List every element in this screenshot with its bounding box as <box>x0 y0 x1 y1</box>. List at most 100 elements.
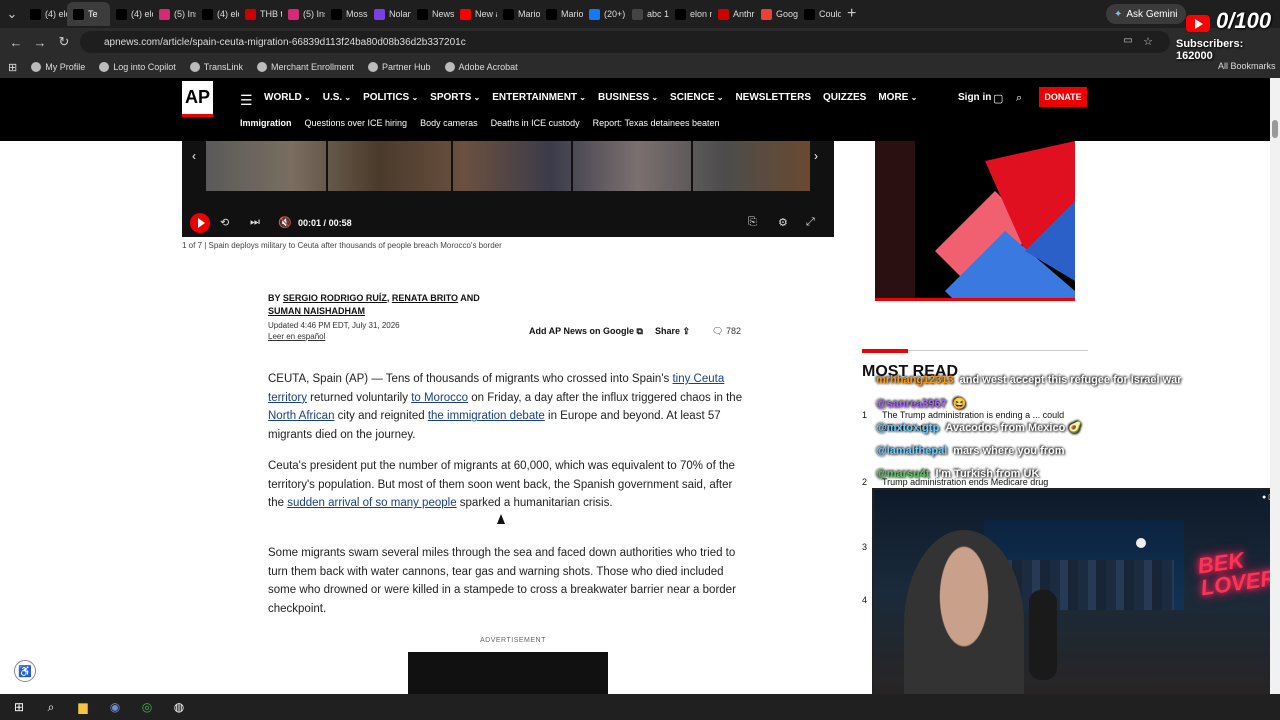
ask-gemini-button[interactable]: ✦ Ask Gemini <box>1106 4 1186 24</box>
bookmark-item[interactable]: Log into Copilot <box>99 62 176 72</box>
bookmark-item[interactable]: Partner Hub <box>368 62 431 72</box>
most-read-number: 2 <box>862 477 868 487</box>
article-link[interactable]: to Morocco <box>411 392 468 404</box>
nav-item[interactable]: WORLD ⌄ <box>264 92 311 103</box>
discord-icon[interactable]: ◉ <box>106 698 124 716</box>
nav-item[interactable]: SCIENCE ⌄ <box>670 92 723 103</box>
mouse-cursor <box>497 514 505 524</box>
bookmark-item[interactable]: Merchant Enrollment <box>256 62 354 72</box>
browser-tab[interactable]: Anthr <box>712 2 755 26</box>
nav-item[interactable]: SPORTS ⌄ <box>430 92 480 103</box>
url-input[interactable]: apnews.com/article/spain-ceuta-migration… <box>80 31 1170 53</box>
new-tab-button[interactable]: + <box>847 5 856 23</box>
ap-logo[interactable]: AP <box>182 81 213 117</box>
chat-message: @lamalthepal mars where you from <box>876 445 1065 457</box>
browser-tab[interactable]: (20+) <box>583 2 626 26</box>
subnav-item[interactable]: Deaths in ICE custody <box>491 118 580 128</box>
share-button[interactable]: Share ⇪ <box>655 326 690 337</box>
all-bookmarks[interactable]: All Bookmarks <box>1218 61 1276 71</box>
rewind-icon[interactable]: ⟲ <box>220 216 229 229</box>
tab-label: abc 1 <box>647 9 669 19</box>
tab-label: Mossa <box>346 9 368 19</box>
sidebar-ad[interactable] <box>875 141 1075 301</box>
nav-item[interactable]: NEWSLETTERS <box>735 92 811 103</box>
browser-tab[interactable]: Mario <box>540 2 583 26</box>
bookmark-star-icon[interactable]: ☆ <box>1136 35 1160 48</box>
search-icon[interactable]: ⌕ <box>1016 92 1022 105</box>
nav-item[interactable]: ENTERTAINMENT ⌄ <box>492 92 586 103</box>
windows-start-icon[interactable]: ⊞ <box>10 698 28 716</box>
author-link[interactable]: SUMAN NAISHADHAM <box>268 306 365 316</box>
search-icon[interactable]: ⌕ <box>42 698 60 716</box>
scroll-thumb[interactable] <box>1272 120 1278 138</box>
signin-link[interactable]: Sign in <box>958 92 991 103</box>
skip-next-icon[interactable]: ⏭ <box>250 216 260 229</box>
mute-icon[interactable]: 🔇 <box>278 216 292 229</box>
bookmark-item[interactable]: TransLink <box>189 62 243 72</box>
browser-tab[interactable]: elon n <box>669 2 712 26</box>
reload-icon[interactable]: ↻ <box>52 34 76 50</box>
ad-label: ADVERTISEMENT <box>480 637 546 644</box>
browser-tab[interactable]: Mossa <box>325 2 368 26</box>
nav-item[interactable]: U.S. ⌄ <box>323 92 351 103</box>
subnav-item[interactable]: Questions over ICE hiring <box>305 118 408 128</box>
browser-tab[interactable]: THB tl <box>239 2 282 26</box>
settings-icon[interactable]: ⚙ <box>778 216 788 229</box>
browser-tab[interactable]: (5) Ins <box>282 2 325 26</box>
advertisement[interactable] <box>408 652 608 694</box>
forward-icon[interactable]: → <box>28 35 52 50</box>
subnav-item[interactable]: Report: Texas detainees beaten <box>593 118 720 128</box>
chat-message: @marsu4t I'm Turkish from UK <box>876 468 1039 480</box>
back-icon[interactable]: ← <box>4 35 28 50</box>
bookmark-item[interactable]: Adobe Acrobat <box>444 62 518 72</box>
browser-tab[interactable]: Googl <box>755 2 798 26</box>
accessibility-icon[interactable]: ♿ <box>14 660 36 682</box>
tab-label: elon n <box>690 9 712 19</box>
browser-tab[interactable]: Te <box>67 2 110 26</box>
article-link[interactable]: North African <box>268 410 334 422</box>
article-link[interactable]: sudden arrival of so many people <box>287 497 456 509</box>
apps-icon[interactable]: ⊞ <box>8 61 17 74</box>
spanish-link[interactable]: Leer en español <box>268 332 325 341</box>
nav-item[interactable]: POLITICS ⌄ <box>363 92 418 103</box>
browser-tab[interactable]: New a <box>454 2 497 26</box>
obs-icon[interactable]: ◍ <box>170 698 188 716</box>
prev-slide-icon[interactable]: ‹ <box>192 149 196 163</box>
subnav-item[interactable]: Body cameras <box>420 118 478 128</box>
browser-tab[interactable]: News <box>411 2 454 26</box>
browser-tab[interactable]: (5) Ins <box>153 2 196 26</box>
subnav-item[interactable]: Immigration <box>240 118 292 128</box>
share-icon: ⇪ <box>682 326 691 336</box>
donate-button[interactable]: DONATE <box>1039 87 1087 107</box>
menu-icon[interactable]: ☰ <box>240 92 253 109</box>
tab-search-icon[interactable]: ⌄ <box>0 6 24 22</box>
author-link[interactable]: SERGIO RODRIGO RUÍZ <box>283 293 387 303</box>
notification-icon[interactable]: ▢ <box>993 92 1003 105</box>
author-link[interactable]: RENATA BRITO <box>392 293 458 303</box>
browser-tab[interactable]: Nolan <box>368 2 411 26</box>
captions-icon[interactable]: ⎘ <box>748 216 757 229</box>
browser-tab[interactable]: Could <box>798 2 841 26</box>
play-button[interactable] <box>190 213 210 233</box>
add-ap-google-button[interactable]: Add AP News on Google ⧉ <box>529 326 643 337</box>
page-scrollbar[interactable] <box>1270 78 1280 694</box>
browser-tab[interactable]: (4) elo <box>24 2 67 26</box>
bookmark-item[interactable]: My Profile <box>31 62 85 72</box>
browser-tab[interactable]: abc 1 <box>626 2 669 26</box>
comments-button[interactable]: 🗨 782 <box>712 326 741 337</box>
next-slide-icon[interactable]: › <box>814 149 818 163</box>
tab-label: Mario <box>561 9 583 19</box>
fullscreen-icon[interactable]: ⤢ <box>806 216 815 229</box>
article-link[interactable]: the immigration debate <box>428 410 545 422</box>
nav-item[interactable]: BUSINESS ⌄ <box>598 92 658 103</box>
nav-item[interactable]: MORE ⌄ <box>878 92 917 103</box>
browser-tab[interactable]: (4) elo <box>110 2 153 26</box>
browser-tab[interactable]: Mario <box>497 2 540 26</box>
tab-label: Anthr <box>733 9 755 19</box>
bookmark-label: Adobe Acrobat <box>458 62 518 72</box>
browser-tab[interactable]: (4) elo <box>196 2 239 26</box>
file-explorer-icon[interactable]: ▆ <box>74 698 92 716</box>
chrome-icon[interactable]: ◎ <box>138 698 156 716</box>
nav-item[interactable]: QUIZZES <box>823 92 866 103</box>
video-player[interactable]: ‹ › ⟲ ⏭ 🔇 00:01 / 00:58 ⎘ ⚙ ⤢ <box>182 141 834 237</box>
